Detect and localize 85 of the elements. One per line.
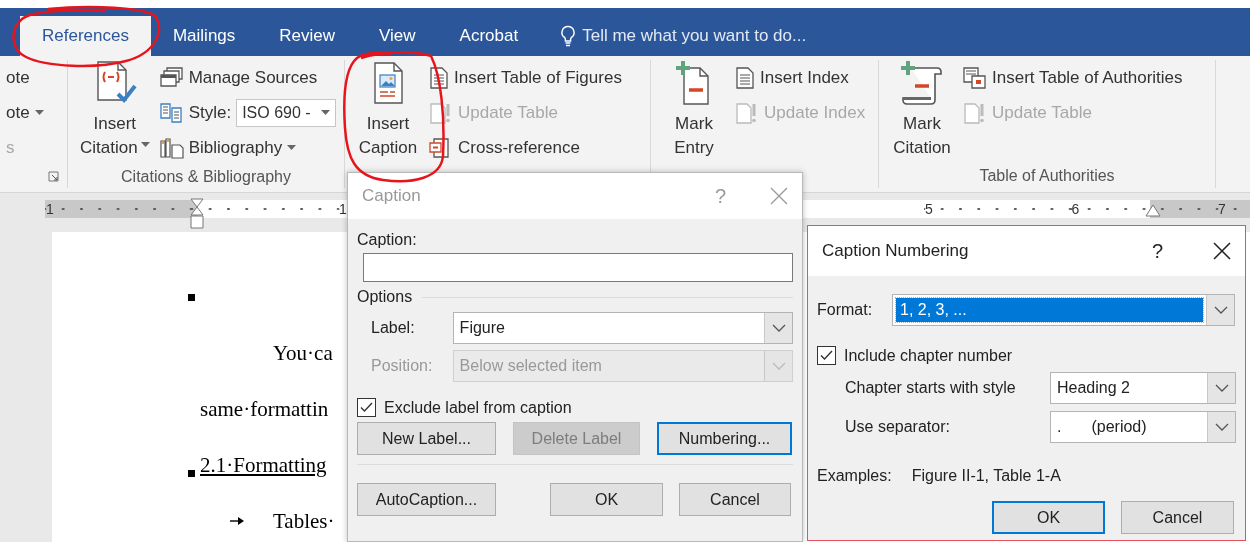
chevron-icon <box>1214 384 1229 392</box>
caret-icon <box>321 109 331 116</box>
document-text: same·formattin <box>200 396 329 422</box>
ribbon-button[interactable]: Mark Citation <box>887 60 957 164</box>
ribbon-tab[interactable]: Acrobat <box>437 16 541 56</box>
group-label: Citations & Bibliography <box>121 167 291 186</box>
dialog-button[interactable]: AutoCaption... <box>357 483 496 516</box>
dialog-title: Caption Numbering <box>822 241 970 261</box>
stacked-windows-icon <box>159 66 184 89</box>
ribbon-button[interactable]: Insert Table of Authorities <box>961 60 1185 95</box>
field-label: Caption: <box>357 231 417 249</box>
document-text: You·ca <box>273 340 333 366</box>
ribbon-button[interactable]: Insert Citation <box>76 60 154 165</box>
field-label: Format: <box>817 301 874 319</box>
dialog-button[interactable]: Cancel <box>679 483 791 516</box>
caret-icon <box>287 144 297 151</box>
ribbon-button[interactable]: Cross-reference <box>427 130 624 165</box>
ruler-number: 1 <box>45 201 55 217</box>
ruler-number: 6 <box>1070 201 1081 217</box>
scroll-plus-minus-icon <box>899 60 945 106</box>
caret-icon <box>34 109 44 116</box>
chevron-icon <box>1214 423 1229 431</box>
lightbulb-icon[interactable] <box>560 25 577 47</box>
chevron-icon <box>1213 306 1228 314</box>
separator-dropdown[interactable]: . (period) <box>1050 411 1236 443</box>
section-heading: Options <box>357 288 413 306</box>
ribbon-button[interactable]: ote <box>4 95 46 130</box>
ribbon-button[interactable]: Manage Sources <box>157 60 339 95</box>
checkbox[interactable] <box>357 398 376 417</box>
field-label: Style: <box>188 102 232 123</box>
dialog-button[interactable]: Cancel <box>1121 501 1234 534</box>
document-text: Tables· <box>273 508 335 534</box>
field-label: Use separator: <box>845 418 951 436</box>
caption-field[interactable] <box>363 253 793 282</box>
checkbox[interactable] <box>817 346 836 365</box>
caret-icon <box>140 142 150 148</box>
chevron-icon <box>771 324 786 332</box>
dialog-button[interactable]: OK <box>992 501 1105 534</box>
field-label: Chapter starts with style <box>845 379 1017 397</box>
field-label: Position: <box>370 357 434 375</box>
indent-marker[interactable] <box>1145 204 1161 217</box>
dialog-launcher-icon[interactable] <box>48 171 59 182</box>
label-dropdown[interactable]: Figure <box>452 312 793 344</box>
examples-text: Figure II-1, Table 1-A <box>911 467 1061 485</box>
style-dropdown[interactable]: ISO 690 - <box>236 98 337 127</box>
document-alert-icon <box>735 101 759 124</box>
ruler-number: 7 <box>1217 201 1227 217</box>
dialog-button[interactable]: OK <box>550 483 663 516</box>
dialog-title: Caption <box>362 186 422 206</box>
document-alert-icon <box>429 101 453 124</box>
document-table-icon <box>963 66 987 89</box>
ribbon-button[interactable]: Insert Caption <box>353 60 423 165</box>
ribbon-button[interactable]: Bibliography <box>157 130 339 165</box>
examples-label: Examples: <box>817 467 892 485</box>
chevron-icon <box>771 362 786 370</box>
format-dropdown[interactable]: 1, 2, 3, ... <box>892 294 1235 326</box>
indent-marker[interactable] <box>189 198 204 230</box>
ribbon-tab[interactable]: Mailings <box>150 16 258 56</box>
dialog-button[interactable]: New Label... <box>357 422 496 455</box>
field-label: Label: <box>370 319 416 337</box>
ribbon-button[interactable]: Mark Entry <box>659 60 729 164</box>
ribbon-tab[interactable]: References <box>20 16 151 56</box>
ruler-number: 1 <box>338 201 348 217</box>
document-alert-icon <box>963 101 987 124</box>
bullet-mark <box>188 470 195 477</box>
ruler-number: 5 <box>924 201 934 217</box>
tab-mark-icon <box>230 517 244 525</box>
checkbox-label: Include chapter number <box>844 346 1013 365</box>
ribbon-button[interactable]: Insert Table of Figures <box>427 60 624 95</box>
ribbon-button[interactable]: Insert Index <box>733 60 868 95</box>
style-pages-icon <box>159 101 184 124</box>
checkbox-label: Exclude label from caption <box>384 398 572 417</box>
style-dropdown[interactable]: Heading 2 <box>1050 372 1236 404</box>
document-heading: 2.1·Formatting <box>200 452 327 478</box>
ribbon-tab[interactable]: Review <box>257 16 358 56</box>
document-lines-icon <box>735 66 755 89</box>
help-button[interactable]: ? <box>1151 239 1163 263</box>
books-icon <box>159 136 184 159</box>
bullet-mark <box>188 293 195 301</box>
group-label: Table of Authorities <box>979 167 1115 185</box>
tell-me-field[interactable]: Tell me what you want to do... <box>582 26 833 46</box>
dialog-button[interactable]: Numbering... <box>657 422 792 455</box>
ribbon-tab[interactable]: View <box>357 16 438 56</box>
ribbon-button[interactable]: ote <box>4 60 46 95</box>
close-button[interactable] <box>1213 242 1231 260</box>
